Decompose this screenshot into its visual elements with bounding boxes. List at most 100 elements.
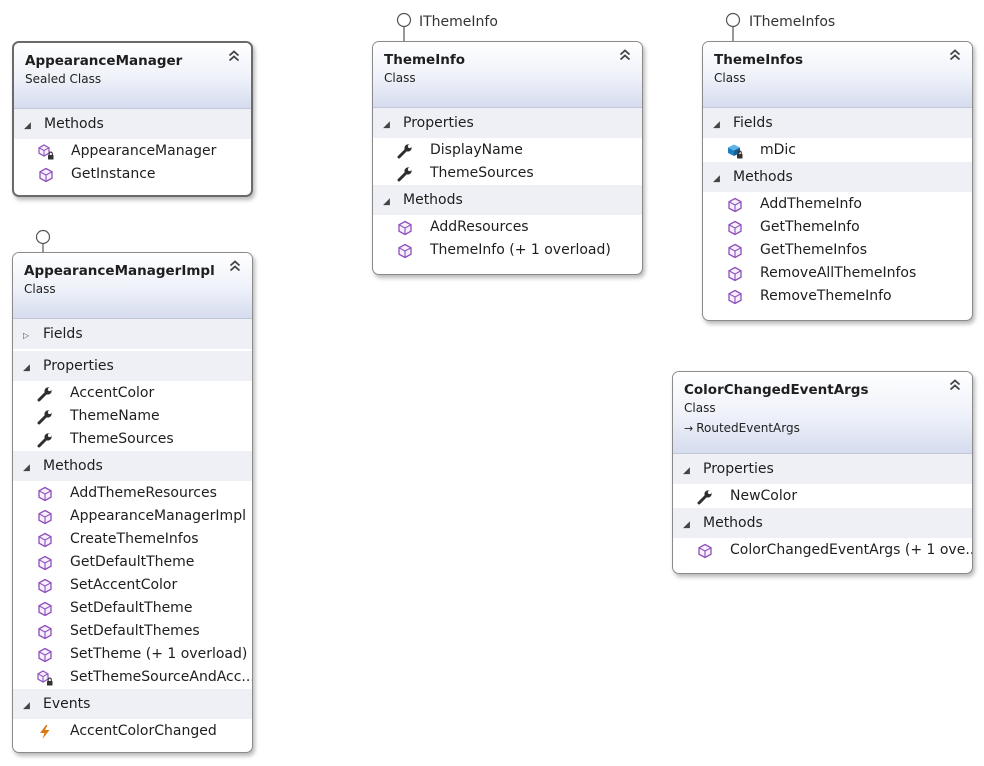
member-row[interactable]: CreateThemeInfos (13, 528, 252, 551)
interface-label-ithemeinfo: IThemeInfo (419, 14, 498, 30)
section-label: Methods (733, 169, 793, 185)
method-cube-icon (37, 486, 53, 502)
class-box-color-changed-event-args[interactable]: ColorChangedEventArgs Class → RoutedEvent… (672, 371, 973, 574)
section-label: Events (43, 696, 91, 712)
member-row[interactable]: SetTheme (+ 1 overload) (13, 643, 252, 666)
member-label: NewColor (730, 488, 798, 504)
section-methods[interactable]: ◢ Methods (673, 508, 972, 538)
class-header[interactable]: ColorChangedEventArgs Class → RoutedEvent… (673, 372, 972, 454)
class-box-appearance-manager[interactable]: AppearanceManager Sealed Class ◢ Methods … (12, 41, 253, 197)
section-methods[interactable]: ◢ Methods (13, 451, 252, 481)
triangle-down-icon[interactable]: ◢ (23, 353, 43, 383)
member-row[interactable]: SetDefaultTheme (13, 597, 252, 620)
section-properties[interactable]: ◢ Properties (673, 454, 972, 484)
class-box-theme-infos[interactable]: ThemeInfos Class ◢ Fields mDic ◢ Methods A… (702, 41, 973, 321)
section-properties[interactable]: ◢ Properties (13, 351, 252, 381)
member-label: AppearanceManagerImpl (70, 508, 246, 524)
double-chevron-up-icon[interactable] (228, 259, 242, 273)
member-row[interactable]: ThemeInfo (+ 1 overload) (373, 239, 642, 262)
member-row[interactable]: NewColor (673, 485, 972, 508)
class-header[interactable]: ThemeInfos Class (703, 42, 972, 108)
triangle-down-icon[interactable]: ◢ (383, 110, 403, 140)
member-label: SetThemeSourceAndAcc... (70, 669, 253, 685)
class-box-theme-info[interactable]: ThemeInfo Class ◢ Properties DisplayName … (372, 41, 643, 275)
class-header[interactable]: AppearanceManagerImpl Class (13, 253, 252, 319)
triangle-down-icon[interactable]: ◢ (683, 510, 703, 540)
member-row[interactable]: AppearanceManager (14, 140, 251, 163)
member-label: SetAccentColor (70, 577, 178, 593)
section-properties[interactable]: ◢ Properties (373, 108, 642, 138)
member-row[interactable]: SetAccentColor (13, 574, 252, 597)
class-header[interactable]: AppearanceManager Sealed Class (14, 43, 251, 109)
member-row[interactable]: GetThemeInfos (703, 239, 972, 262)
section-methods[interactable]: ◢ Methods (14, 109, 251, 139)
member-row[interactable]: GetThemeInfo (703, 216, 972, 239)
member-row[interactable]: mDic (703, 139, 972, 162)
member-row[interactable]: AccentColorChanged (13, 720, 252, 743)
section-fields[interactable]: ◢ Fields (703, 108, 972, 138)
member-label: ThemeName (70, 408, 160, 424)
member-row[interactable]: DisplayName (373, 139, 642, 162)
member-row[interactable]: AccentColor (13, 382, 252, 405)
triangle-down-icon[interactable]: ◢ (713, 110, 733, 140)
triangle-down-icon[interactable]: ◢ (24, 111, 44, 141)
private-method-icon (38, 144, 54, 160)
member-label: AccentColor (70, 385, 155, 401)
triangle-down-icon[interactable]: ◢ (683, 456, 703, 486)
class-title: ColorChangedEventArgs (684, 382, 869, 398)
lollipop-interface-icon (396, 12, 412, 42)
member-label: ThemeInfo (+ 1 overload) (430, 242, 611, 258)
section-events[interactable]: ◢ Events (13, 689, 252, 719)
member-row[interactable]: RemoveAllThemeInfos (703, 262, 972, 285)
member-row[interactable]: RemoveThemeInfo (703, 285, 972, 308)
wrench-icon (697, 489, 713, 505)
section-label: Properties (703, 461, 774, 477)
triangle-down-icon[interactable]: ◢ (23, 453, 43, 483)
triangle-down-icon[interactable]: ◢ (713, 164, 733, 194)
member-row[interactable]: GetInstance (14, 163, 251, 186)
section-methods[interactable]: ◢ Methods (373, 185, 642, 215)
method-cube-icon (37, 601, 53, 617)
member-label: AccentColorChanged (70, 723, 217, 739)
class-box-appearance-manager-impl[interactable]: AppearanceManagerImpl Class ▷ Fields ◢ Pro… (12, 252, 253, 753)
member-row[interactable]: ThemeName (13, 405, 252, 428)
section-label: Fields (733, 115, 773, 131)
method-cube-icon (727, 220, 743, 236)
double-chevron-up-icon[interactable] (618, 48, 632, 62)
member-label: ThemeSources (70, 431, 174, 447)
section-methods[interactable]: ◢ Methods (703, 162, 972, 192)
double-chevron-up-icon[interactable] (227, 49, 241, 63)
triangle-right-icon[interactable]: ▷ (23, 321, 43, 351)
member-row[interactable]: ThemeSources (13, 428, 252, 451)
section-fields[interactable]: ▷ Fields (13, 319, 252, 349)
class-title: AppearanceManagerImpl (24, 263, 215, 279)
member-label: AddThemeResources (70, 485, 217, 501)
method-cube-icon (697, 543, 713, 559)
section-label: Methods (44, 116, 104, 132)
class-header[interactable]: ThemeInfo Class (373, 42, 642, 108)
member-label: AddThemeInfo (760, 196, 862, 212)
method-cube-icon (727, 266, 743, 282)
member-row[interactable]: SetThemeSourceAndAcc... (13, 666, 252, 689)
member-label: SetTheme (+ 1 overload) (70, 646, 248, 662)
member-row[interactable]: SetDefaultThemes (13, 620, 252, 643)
member-row[interactable]: AddThemeResources (13, 482, 252, 505)
member-row[interactable]: AddResources (373, 216, 642, 239)
triangle-down-icon[interactable]: ◢ (23, 691, 43, 721)
section-label: Properties (43, 358, 114, 374)
member-row[interactable]: AddThemeInfo (703, 193, 972, 216)
member-row[interactable]: ColorChangedEventArgs (+ 1 ove... (673, 539, 972, 562)
wrench-icon (37, 409, 53, 425)
section-label: Methods (403, 192, 463, 208)
section-label: Fields (43, 326, 83, 342)
member-row[interactable]: ThemeSources (373, 162, 642, 185)
member-row[interactable]: GetDefaultTheme (13, 551, 252, 574)
member-label: ColorChangedEventArgs (+ 1 ove... (730, 542, 973, 558)
member-row[interactable]: AppearanceManagerImpl (13, 505, 252, 528)
section-label: Methods (703, 515, 763, 531)
double-chevron-up-icon[interactable] (948, 378, 962, 392)
class-title: AppearanceManager (25, 53, 183, 69)
triangle-down-icon[interactable]: ◢ (383, 187, 403, 217)
base-class: → RoutedEventArgs (684, 419, 961, 438)
double-chevron-up-icon[interactable] (948, 48, 962, 62)
